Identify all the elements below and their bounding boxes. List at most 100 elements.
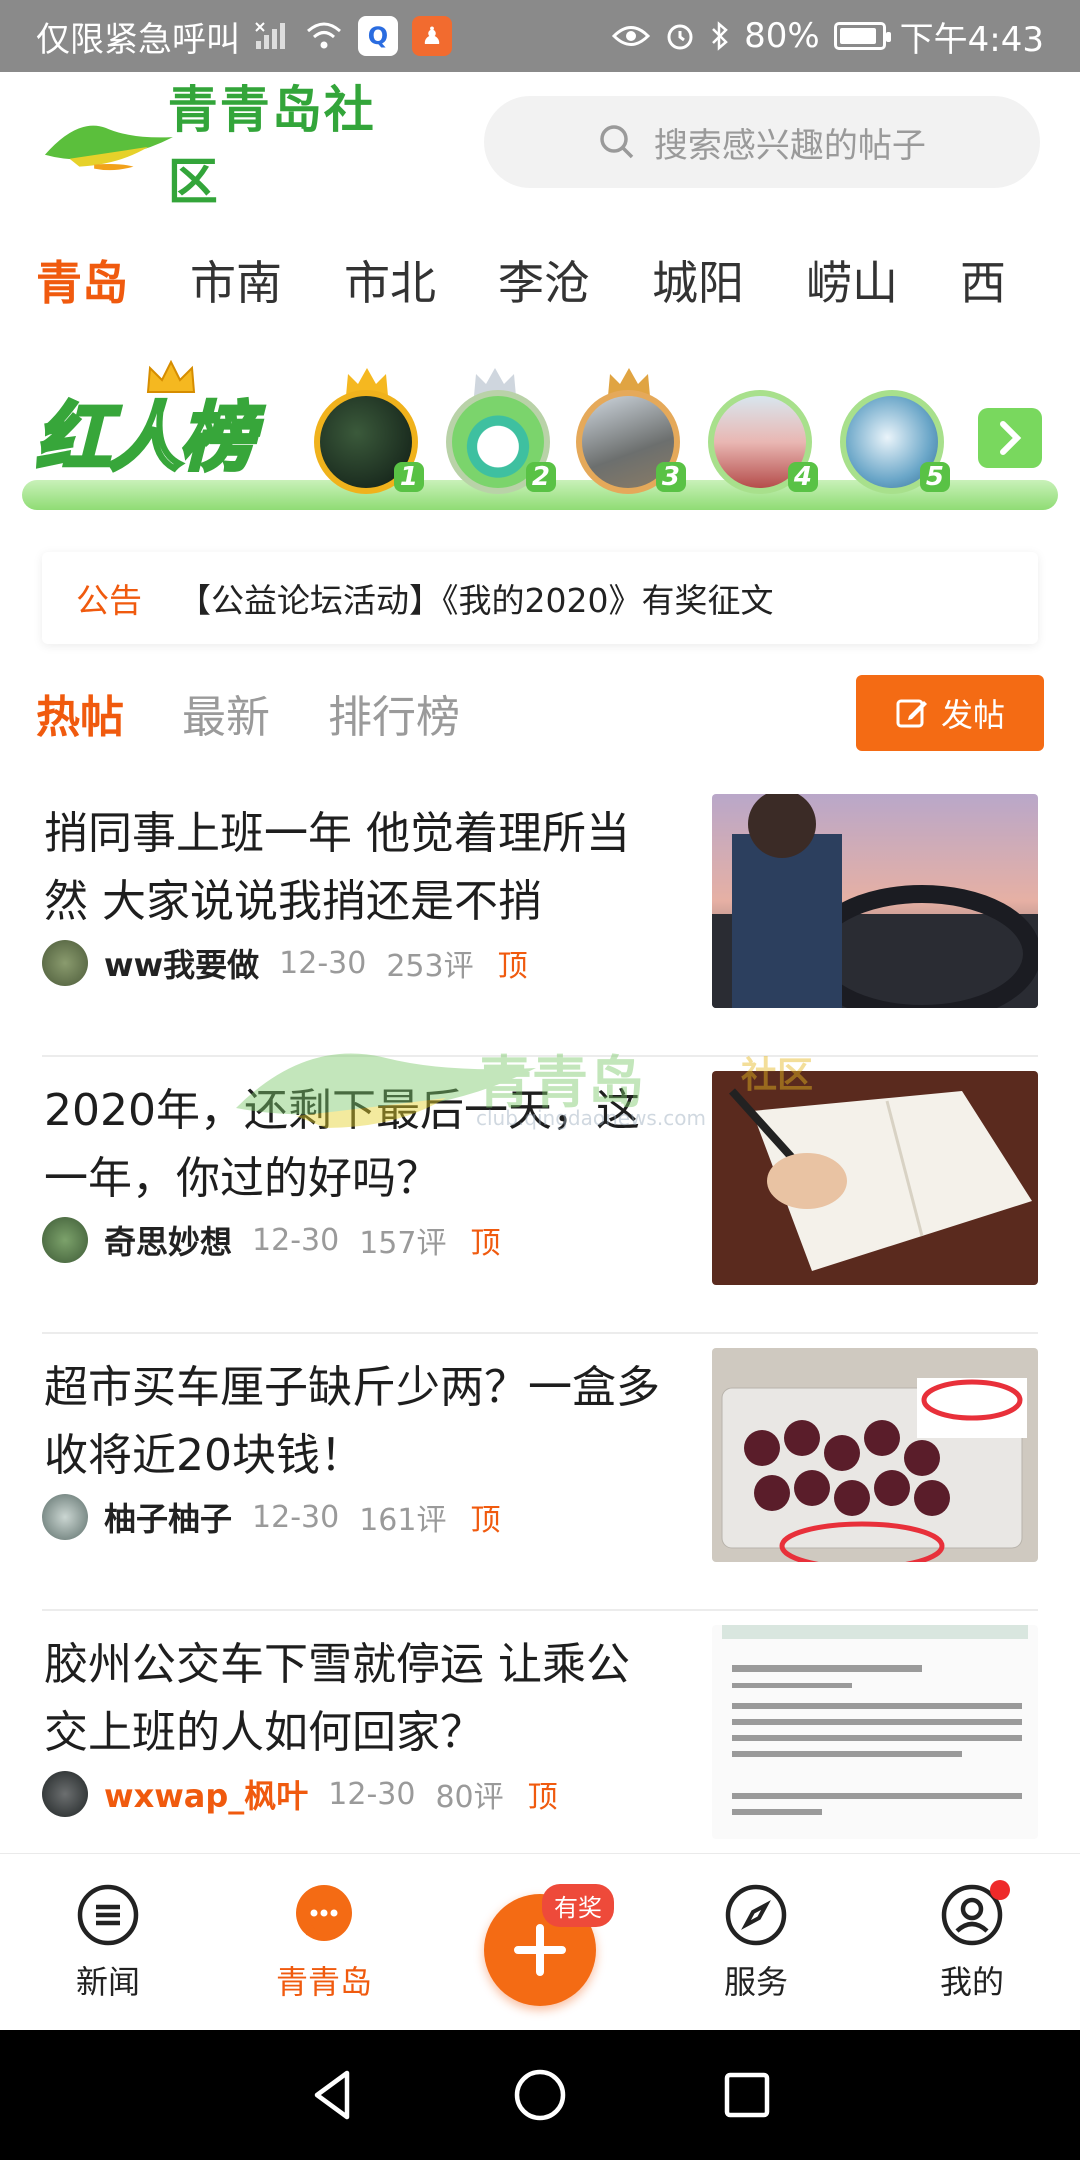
- post-item[interactable]: 2020年，还剩下最后一天，这一年，你过的好吗？ 奇思妙想 12-30 157评…: [42, 1057, 1038, 1334]
- post-date: 12-30: [328, 1776, 416, 1812]
- rank-title: 红人榜: [34, 393, 256, 483]
- bluetooth-icon: [710, 20, 730, 52]
- reward-badge: 有奖: [542, 1884, 614, 1927]
- post-list: 捎同事上班一年 他觉着理所当然 大家说说我捎还是不捎 ww我要做 12-30 2…: [0, 780, 1080, 1888]
- search-input[interactable]: 搜索感兴趣的帖子: [483, 96, 1040, 188]
- bottom-nav: 新闻 青青岛 有奖 服务 我的: [0, 1853, 1080, 2030]
- avatar: [42, 1217, 88, 1263]
- app-notification-icon: Q: [358, 16, 398, 56]
- rank-number: 4: [787, 462, 818, 492]
- home-icon[interactable]: [512, 2067, 568, 2123]
- city-tabs: 青岛 市南 市北 李沧 城阳 崂山 西: [0, 230, 1080, 330]
- clock: 下午4:43: [899, 19, 1044, 60]
- avatar: [42, 1771, 88, 1817]
- city-tab-laoshan[interactable]: 崂山: [806, 247, 898, 313]
- menu-list-icon: [77, 1884, 139, 1945]
- post-date: 12-30: [252, 1499, 340, 1535]
- rank-number: 2: [525, 462, 556, 492]
- carrier-text: 仅限紧急呼叫: [36, 19, 240, 60]
- signal-icon: [254, 21, 290, 51]
- post-item[interactable]: 胶州公交车下雪就停运 让乘公交上班的人如何回家？ wxwap_枫叶 12-30 …: [42, 1611, 1038, 1888]
- post-item[interactable]: 超市买车厘子缺斤少两？一盒多收将近20块钱！ 柚子柚子 12-30 161评 顶: [42, 1334, 1038, 1611]
- post-title: 2020年，还剩下最后一天，这一年，你过的好吗？: [44, 1085, 640, 1204]
- tab-latest[interactable]: 最新: [182, 681, 270, 745]
- post-meta: wxwap_枫叶 12-30 80评 顶: [42, 1771, 558, 1817]
- tab-ranking[interactable]: 排行榜: [328, 681, 460, 745]
- tab-hot[interactable]: 热帖: [36, 681, 124, 745]
- feed-tabs: 热帖 最新 排行榜 发帖: [36, 668, 1044, 758]
- post-top-tag: 顶: [470, 1226, 501, 1261]
- chat-bubble-icon: [296, 1884, 352, 1941]
- post-comments: 80评: [435, 1780, 504, 1815]
- rank-avatar-4[interactable]: 4: [708, 390, 818, 494]
- plus-icon: [514, 1924, 566, 1976]
- post-thumbnail: [712, 794, 1038, 1008]
- post-thumbnail: [712, 1348, 1038, 1562]
- logo[interactable]: 青青岛社区: [40, 81, 424, 211]
- rank-avatar-3[interactable]: 3: [576, 390, 686, 494]
- post-item[interactable]: 捎同事上班一年 他觉着理所当然 大家说说我捎还是不捎 ww我要做 12-30 2…: [42, 780, 1038, 1057]
- nav-news-label: 新闻: [75, 1962, 140, 2001]
- battery-icon: [833, 22, 891, 50]
- rank-next-button[interactable]: [978, 408, 1042, 468]
- post-top-tag: 顶: [527, 1780, 558, 1815]
- nav-news[interactable]: 新闻: [0, 1854, 216, 2031]
- rank-banner[interactable]: 红人榜 1 2 3 4 5: [22, 360, 1058, 510]
- system-navigation-bar: [0, 2030, 1080, 2160]
- nav-qingqingdao-label: 青青岛: [275, 1962, 372, 2001]
- nav-mine-label: 我的: [939, 1962, 1004, 2001]
- city-tab-chengyang[interactable]: 城阳: [652, 247, 744, 313]
- nav-service[interactable]: 服务: [648, 1854, 864, 2031]
- rank-avatar-5[interactable]: 5: [840, 390, 950, 494]
- post-thumbnail: [712, 1625, 1038, 1839]
- post-thumbnail: [712, 1071, 1038, 1285]
- announcement-tag: 公告: [76, 581, 142, 620]
- post-comments: 161评: [359, 1503, 447, 1538]
- post-title: 超市买车厘子缺斤少两？一盒多收将近20块钱！: [44, 1362, 660, 1481]
- post-author: wxwap_枫叶: [104, 1777, 309, 1815]
- logo-text: 青青岛社区: [167, 81, 376, 211]
- rank-number: 3: [655, 462, 686, 492]
- search-placeholder: 搜索感兴趣的帖子: [653, 125, 926, 166]
- announcement-text: 【公益论坛活动】《我的2020》有奖征文: [178, 581, 774, 620]
- city-tab-shinan[interactable]: 市南: [190, 247, 282, 313]
- edit-icon: [896, 699, 927, 728]
- alarm-icon: [664, 20, 696, 52]
- notification-dot: [990, 1880, 1010, 1900]
- rank-avatar-1[interactable]: 1: [314, 390, 424, 494]
- search-icon: [600, 125, 634, 159]
- post-comments: 157评: [359, 1226, 447, 1261]
- logo-mountain-icon: [44, 125, 173, 171]
- announcement-bar[interactable]: 公告 【公益论坛活动】《我的2020》有奖征文: [42, 552, 1038, 644]
- rank-avatar-2[interactable]: 2: [446, 390, 556, 494]
- nav-mine[interactable]: 我的: [864, 1854, 1080, 2031]
- compass-icon: [725, 1884, 787, 1945]
- post-meta: ww我要做 12-30 253评 顶: [42, 940, 528, 986]
- post-meta: 奇思妙想 12-30 157评 顶: [42, 1217, 500, 1263]
- post-title: 捎同事上班一年 他觉着理所当然 大家说说我捎还是不捎: [44, 808, 630, 927]
- post-date: 12-30: [279, 945, 367, 981]
- back-icon[interactable]: [305, 2067, 361, 2123]
- city-tab-qingdao[interactable]: 青岛: [36, 247, 128, 313]
- post-title: 胶州公交车下雪就停运 让乘公交上班的人如何回家？: [44, 1639, 630, 1758]
- post-author: 奇思妙想: [104, 1223, 233, 1261]
- new-post-label: 发帖: [940, 696, 1005, 734]
- city-tab-shibei[interactable]: 市北: [344, 247, 436, 313]
- city-tab-licang[interactable]: 李沧: [498, 247, 590, 313]
- post-top-tag: 顶: [470, 1503, 501, 1538]
- city-tab-xi[interactable]: 西: [960, 247, 1006, 313]
- rank-number: 1: [393, 462, 424, 492]
- new-post-button[interactable]: 发帖: [856, 675, 1044, 751]
- eye-icon: [612, 23, 651, 49]
- battery-percent: 80%: [744, 16, 820, 56]
- rank-number: 5: [919, 462, 950, 492]
- app-notification-icon-2: ♟: [412, 16, 452, 56]
- post-meta: 柚子柚子 12-30 161评 顶: [42, 1494, 500, 1540]
- recents-icon[interactable]: [719, 2067, 775, 2123]
- post-author: 柚子柚子: [104, 1500, 233, 1538]
- nav-qingqingdao[interactable]: 青青岛: [216, 1854, 432, 2031]
- chevron-right-icon: [1000, 421, 1022, 455]
- wifi-icon: [304, 21, 344, 51]
- post-author: ww我要做: [104, 946, 260, 984]
- avatar: [42, 1494, 88, 1540]
